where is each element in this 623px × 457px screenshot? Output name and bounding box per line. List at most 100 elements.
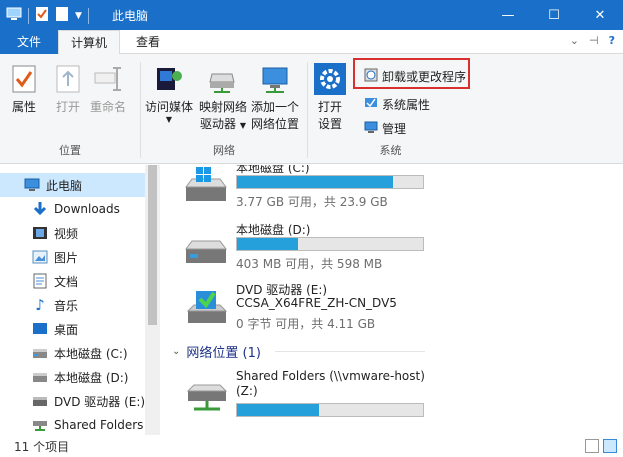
- computer-management-icon: [364, 120, 378, 137]
- nav-item-desktop[interactable]: 桌面: [0, 317, 145, 341]
- computer-icon[interactable]: [6, 7, 22, 24]
- nav-item-drive-c[interactable]: 本地磁盘 (C:): [0, 341, 145, 365]
- group-location: 属性 打开 重命名 位置: [0, 58, 140, 162]
- highlight-annotation-box: [353, 58, 470, 89]
- close-button[interactable]: ✕: [577, 0, 623, 30]
- drive-icon: [32, 369, 48, 385]
- computer-icon: [24, 177, 40, 193]
- ribbon: 属性 打开 重命名 位置 访问媒体 ▼ 映射网络 驱动器 ▼ 添加一个 网络位置…: [0, 54, 623, 164]
- item-count: 11 个项目: [14, 439, 70, 454]
- nav-item-drive-d[interactable]: 本地磁盘 (D:): [0, 365, 145, 389]
- dropdown-arrow-icon: ▼: [165, 115, 173, 124]
- drive-icon: [32, 345, 48, 361]
- download-arrow-icon: [32, 201, 48, 217]
- drive-d-space: 403 MB 可用，共 598 MB: [236, 257, 383, 271]
- open-arrow-icon: [52, 62, 84, 96]
- nav-item-music[interactable]: ♪ 音乐: [0, 293, 145, 317]
- open-settings-button[interactable]: 打开 设置: [314, 62, 346, 133]
- details-view-icon[interactable]: [585, 439, 599, 453]
- drive-d-name: 本地磁盘 (D:): [236, 223, 311, 237]
- access-media-button[interactable]: 访问媒体 ▼: [145, 62, 193, 124]
- tiles-view-icon[interactable]: [603, 439, 617, 453]
- group-label-system: 系统: [379, 144, 402, 157]
- rename-button[interactable]: 重命名: [90, 62, 126, 116]
- toolbar-separator: [28, 7, 29, 24]
- new-folder-icon[interactable]: [55, 6, 69, 25]
- nav-item-downloads[interactable]: Downloads: [0, 197, 145, 221]
- group-label-location: 位置: [59, 144, 81, 157]
- network-drive-name: Shared Folders (\\vmware-host): [236, 369, 425, 383]
- network-location-icon: [259, 62, 291, 96]
- checklist-icon: [8, 62, 40, 96]
- view-toggle-group: [585, 439, 617, 453]
- nav-item-this-pc[interactable]: 此电脑: [0, 173, 145, 197]
- desktop-icon: [32, 321, 48, 337]
- properties-button[interactable]: 属性: [8, 62, 40, 116]
- system-properties-button[interactable]: 系统属性: [360, 94, 434, 114]
- windows-drive-icon: [180, 165, 232, 205]
- drive-item-c[interactable]: 本地磁盘 (C:) 3.77 GB 可用，共 23.9 GB: [180, 165, 620, 217]
- manage-button[interactable]: 管理: [360, 118, 410, 138]
- group-network: 访问媒体 ▼ 映射网络 驱动器 ▼ 添加一个 网络位置 网络: [141, 58, 307, 162]
- media-icon: [153, 62, 185, 96]
- dvd-e-label: CCSA_X64FRE_ZH-CN_DV5: [236, 296, 397, 310]
- chevron-down-icon[interactable]: ⌄: [570, 34, 579, 47]
- network-drive-icon: [207, 62, 239, 96]
- map-network-drive-button[interactable]: 映射网络 驱动器 ▼: [199, 62, 247, 134]
- help-icon[interactable]: ?: [609, 34, 615, 47]
- picture-icon: [32, 249, 48, 265]
- add-network-location-button[interactable]: 添加一个 网络位置: [251, 62, 299, 133]
- nav-item-documents[interactable]: 文档: [0, 269, 145, 293]
- nav-scrollbar[interactable]: [145, 165, 160, 435]
- tab-file[interactable]: 文件: [0, 30, 58, 54]
- customize-toolbar-chevron-icon[interactable]: ▼: [75, 11, 82, 21]
- dvd-icon: [32, 393, 48, 409]
- network-drive-letter: (Z:): [236, 384, 258, 398]
- document-icon: [32, 273, 48, 289]
- ribbon-tabs: 文件 计算机 查看 ⌄ ⊣ ?: [0, 30, 623, 55]
- drive-icon: [180, 227, 232, 267]
- nav-item-dvd-e[interactable]: DVD 驱动器 (E:): [0, 389, 145, 413]
- drive-c-usage-bar: [236, 175, 424, 189]
- network-drive-icon: [180, 375, 232, 415]
- drive-c-usage-fill: [237, 176, 394, 188]
- open-button[interactable]: 打开: [52, 62, 84, 116]
- section-divider: [274, 351, 425, 352]
- network-drive-item[interactable]: Shared Folders (\\vmware-host) (Z:): [180, 369, 620, 427]
- nav-scrollbar-thumb[interactable]: [148, 165, 157, 325]
- title-bar: ▼ 此电脑 — ☐ ✕: [0, 0, 623, 30]
- minimize-button[interactable]: —: [485, 0, 531, 30]
- dvd-install-icon: [180, 287, 232, 327]
- video-icon: [32, 225, 48, 241]
- properties-check-icon[interactable]: [35, 6, 49, 25]
- nav-item-videos[interactable]: 视频: [0, 221, 145, 245]
- drive-d-usage-fill: [237, 238, 299, 250]
- drive-c-space: 3.77 GB 可用，共 23.9 GB: [236, 195, 388, 209]
- nav-item-pictures[interactable]: 图片: [0, 245, 145, 269]
- tab-view[interactable]: 查看: [124, 30, 172, 54]
- section-network-locations[interactable]: ⌄ 网络位置 (1): [172, 342, 425, 361]
- status-bar: 11 个项目: [0, 435, 623, 457]
- ribbon-controls: ⌄ ⊣ ?: [570, 34, 615, 47]
- rename-icon: [92, 62, 124, 96]
- maximize-button[interactable]: ☐: [531, 0, 577, 30]
- quick-access-toolbar: ▼: [6, 6, 89, 25]
- toolbar-separator: [87, 7, 89, 24]
- nav-item-shared-folders[interactable]: Shared Folders ⌄: [0, 413, 145, 437]
- drive-d-usage-bar: [236, 237, 424, 251]
- drive-item-dvd-e[interactable]: DVD 驱动器 (E:) CCSA_X64FRE_ZH-CN_DV5 0 字节 …: [180, 281, 620, 339]
- group-label-network: 网络: [213, 144, 235, 157]
- network-drive-icon: [32, 417, 48, 433]
- dropdown-arrow-icon: ▼: [239, 121, 246, 130]
- pin-icon[interactable]: ⊣: [589, 34, 599, 47]
- dvd-e-space: 0 字节 可用，共 4.11 GB: [236, 317, 376, 331]
- music-note-icon: ♪: [35, 296, 45, 314]
- window-title: 此电脑: [112, 9, 149, 23]
- chevron-down-icon: ⌄: [172, 346, 181, 357]
- system-properties-icon: [364, 96, 378, 113]
- drive-item-d[interactable]: 本地磁盘 (D:) 403 MB 可用，共 598 MB: [180, 221, 620, 279]
- network-drive-usage-fill: [237, 404, 319, 416]
- content-pane: 本地磁盘 (C:) 3.77 GB 可用，共 23.9 GB 本地磁盘 (D:)…: [160, 165, 623, 435]
- tab-computer[interactable]: 计算机: [58, 30, 120, 55]
- navigation-pane: 此电脑 Downloads 视频 图片 文档 ♪ 音乐 桌面 本地磁盘 (C:)…: [0, 165, 160, 435]
